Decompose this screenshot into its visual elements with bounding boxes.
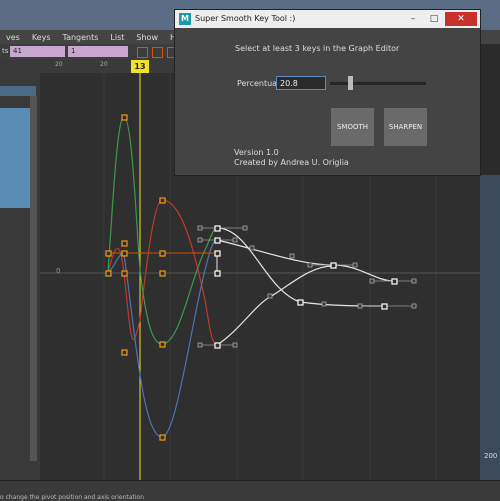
- toolbar-icon-2[interactable]: [152, 47, 163, 58]
- smooth-button[interactable]: SMOOTH: [331, 108, 374, 146]
- curve-white-2: [216, 239, 395, 282]
- outliner-scrollbar[interactable]: [30, 96, 37, 461]
- value-field-right[interactable]: 1: [68, 46, 128, 57]
- value-field-left[interactable]: 41: [10, 46, 65, 57]
- zero-value-label: 0: [56, 267, 61, 275]
- percentual-slider[interactable]: [330, 82, 426, 85]
- outliner-row[interactable]: [0, 86, 36, 96]
- curve-white-3: [216, 265, 334, 346]
- window-title: Super Smooth Key Tool :): [195, 14, 296, 23]
- toolbar-icon-1[interactable]: [137, 47, 148, 58]
- toolbar-field-row: ts 41 1: [0, 44, 180, 60]
- close-icon[interactable]: ✕: [445, 12, 477, 26]
- right-panel-value: 200: [484, 452, 498, 460]
- slider-handle[interactable]: [348, 76, 354, 90]
- outliner-selection[interactable]: [0, 108, 30, 208]
- smooth-key-tool-window: M Super Smooth Key Tool :) – □ ✕ Select …: [174, 9, 481, 176]
- percentual-label: Percentual: [237, 79, 280, 88]
- tool-titlebar[interactable]: M Super Smooth Key Tool :) – □ ✕: [175, 10, 480, 28]
- menu-show[interactable]: Show: [130, 33, 164, 42]
- maya-icon: M: [179, 13, 191, 25]
- curve-blue: [107, 239, 218, 438]
- ruler-tick: 20: [100, 61, 108, 68]
- menu-keys[interactable]: Keys: [26, 33, 57, 42]
- credit-text: Created by Andrea U. Origlia: [234, 158, 349, 167]
- side-label: ts: [2, 47, 9, 55]
- menu-list[interactable]: List: [104, 33, 130, 42]
- curve-white-1: [216, 227, 385, 307]
- version-text: Version 1.0: [234, 148, 279, 157]
- sharpen-button[interactable]: SHARPEN: [384, 108, 427, 146]
- minimize-icon[interactable]: –: [403, 12, 423, 26]
- percentual-input[interactable]: [276, 76, 326, 90]
- tangent-lines: [200, 227, 414, 346]
- ruler-tick: 20: [55, 61, 63, 68]
- current-frame-marker[interactable]: 13: [131, 60, 149, 73]
- menu-view[interactable]: ves: [0, 33, 26, 42]
- maximize-icon[interactable]: □: [424, 12, 444, 26]
- viewport-strip: [480, 175, 500, 480]
- menu-tangents[interactable]: Tangents: [57, 33, 105, 42]
- instructions-text: Select at least 3 keys in the Graph Edit…: [235, 44, 400, 53]
- selected-keys: [105, 114, 166, 441]
- tangent-handles: [197, 225, 417, 348]
